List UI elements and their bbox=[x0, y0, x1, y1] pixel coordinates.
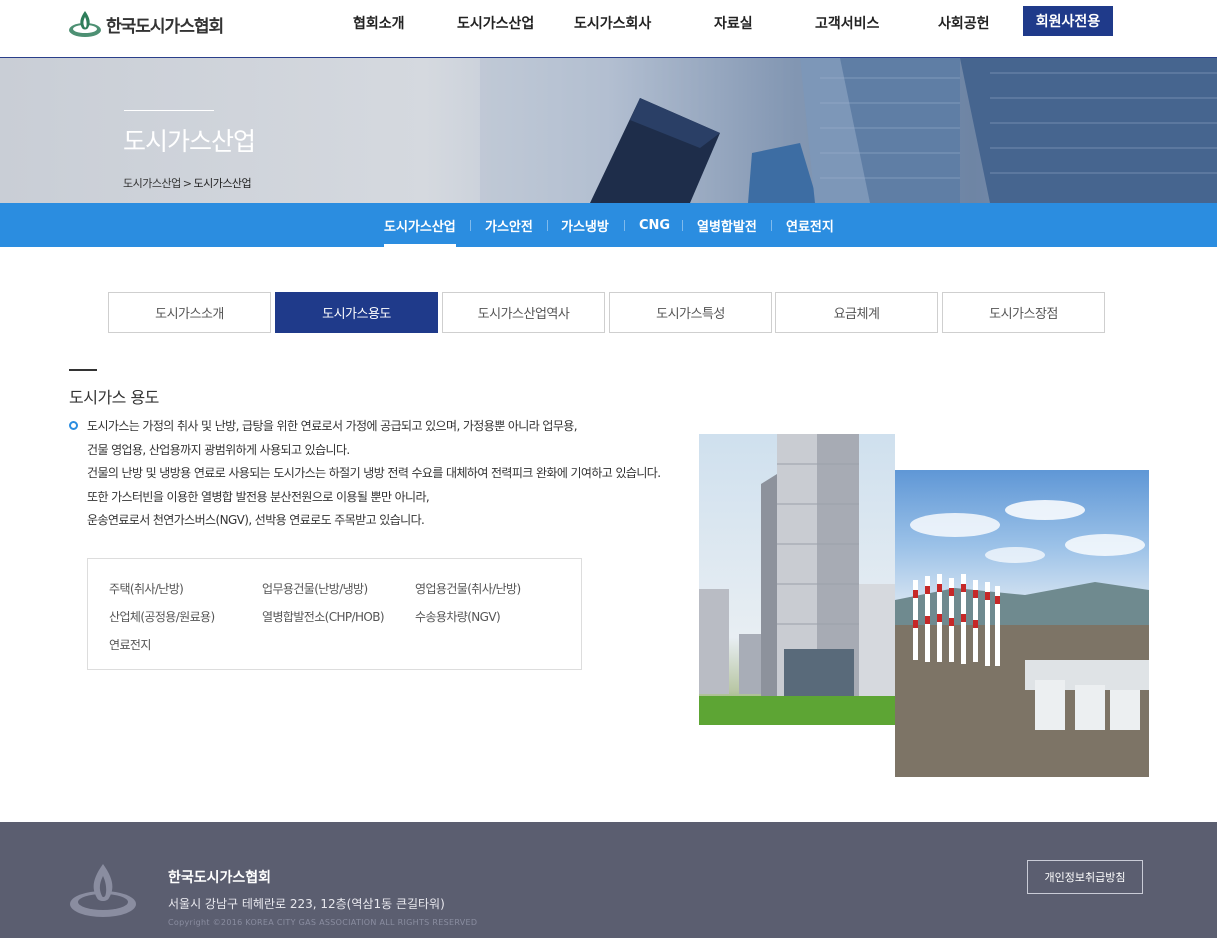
subnav-divider bbox=[771, 220, 772, 231]
logo-flame-icon bbox=[69, 11, 101, 37]
member-only-button[interactable]: 회원사전용 bbox=[1023, 6, 1113, 36]
site-header: 한국도시가스협회 협회소개 도시가스산업 도시가스회사 자료실 고객서비스 사회… bbox=[0, 0, 1217, 58]
privacy-policy-button[interactable]: 개인정보취급방침 bbox=[1027, 860, 1143, 894]
paragraph-line: 운송연료로서 천연가스버스(NGV), 선박용 연료로도 주목받고 있습니다. bbox=[87, 513, 425, 527]
power-plant-photo bbox=[895, 470, 1149, 777]
site-footer: 한국도시가스협회 서울시 강남구 테헤란로 223, 12층(역삼1동 큰길타워… bbox=[0, 822, 1217, 938]
tab-city-gas-characteristics[interactable]: 도시가스특성 bbox=[609, 292, 772, 333]
footer-org-name: 한국도시가스협회 bbox=[168, 870, 272, 886]
section-title: 도시가스 용도 bbox=[69, 388, 159, 407]
subnav-item-gas-safety[interactable]: 가스안전 bbox=[485, 203, 533, 247]
nav-item-social-contribution[interactable]: 사회공헌 bbox=[938, 0, 990, 46]
paragraph-line: 건물의 난방 및 냉방용 연료로 사용되는 도시가스는 하절기 냉방 전력 수요… bbox=[87, 466, 661, 480]
breadcrumb-separator: > bbox=[182, 177, 192, 190]
paragraph-line: 또한 가스터빈을 이용한 열병합 발전용 분산전원으로 이용될 뿐만 아니라, bbox=[87, 490, 430, 504]
breadcrumb-current: 도시가스산업 bbox=[193, 177, 252, 190]
breadcrumb-item[interactable]: 도시가스산업 bbox=[123, 177, 181, 190]
high-rise-building-photo bbox=[699, 434, 895, 725]
page-title: 도시가스산업 bbox=[123, 127, 256, 156]
subnav-divider bbox=[624, 220, 625, 231]
footer-copyright: Copyright ©2016 KOREA CITY GAS ASSOCIATI… bbox=[168, 918, 478, 927]
subnav-item-fuel-cell[interactable]: 연료전지 bbox=[786, 203, 834, 247]
nav-item-library[interactable]: 자료실 bbox=[714, 0, 753, 46]
subnav-divider bbox=[547, 220, 548, 231]
use-item: 주택(취사/난방) bbox=[109, 582, 184, 596]
subnav-item-cng[interactable]: CNG bbox=[639, 203, 670, 247]
tab-city-gas-intro[interactable]: 도시가스소개 bbox=[108, 292, 271, 333]
tab-city-gas-uses[interactable]: 도시가스용도 bbox=[275, 292, 438, 333]
tab-rate-system[interactable]: 요금체계 bbox=[775, 292, 938, 333]
nav-item-companies[interactable]: 도시가스회사 bbox=[574, 0, 651, 46]
uses-box: 주택(취사/난방) 업무용건물(난방/냉방) 영업용건물(취사/난방) 산업체(… bbox=[87, 558, 582, 670]
use-item: 영업용건물(취사/난방) bbox=[415, 582, 521, 596]
subnav-item-city-gas-industry[interactable]: 도시가스산업 bbox=[384, 203, 456, 247]
subnav-item-cogeneration[interactable]: 열병합발전 bbox=[697, 203, 757, 247]
hero-banner: 도시가스산업 도시가스산업 > 도시가스산업 bbox=[0, 58, 1217, 203]
hero-title-line bbox=[124, 110, 214, 111]
paragraph-line: 도시가스는 가정의 취사 및 난방, 급탕을 위한 연료로서 가정에 공급되고 … bbox=[87, 419, 578, 433]
subnav-divider bbox=[682, 220, 683, 231]
subnav-item-gas-cooling[interactable]: 가스냉방 bbox=[561, 203, 609, 247]
logo-text: 한국도시가스협회 bbox=[106, 16, 224, 37]
section-title-line bbox=[69, 369, 97, 371]
bullet-circle-icon bbox=[69, 421, 78, 430]
footer-logo-flame-icon bbox=[70, 864, 136, 917]
use-item: 연료전지 bbox=[109, 638, 151, 652]
nav-item-about[interactable]: 협회소개 bbox=[353, 0, 405, 46]
tab-city-gas-advantages[interactable]: 도시가스장점 bbox=[942, 292, 1105, 333]
subnav-divider bbox=[470, 220, 471, 231]
footer-address: 서울시 강남구 테헤란로 223, 12층(역삼1동 큰길타워) bbox=[168, 897, 445, 911]
paragraph-line: 건물 영업용, 산업용까지 광범위하게 사용되고 있습니다. bbox=[87, 443, 350, 457]
sub-navigation: 도시가스산업 가스안전 가스냉방 CNG 열병합발전 연료전지 bbox=[0, 203, 1217, 247]
nav-item-industry[interactable]: 도시가스산업 bbox=[457, 0, 534, 46]
use-item: 업무용건물(난방/냉방) bbox=[262, 582, 368, 596]
nav-item-customer-service[interactable]: 고객서비스 bbox=[815, 0, 879, 46]
use-item: 수송용차량(NGV) bbox=[415, 610, 501, 624]
use-item: 열병합발전소(CHP/HOB) bbox=[262, 610, 385, 624]
breadcrumb: 도시가스산업 > 도시가스산업 bbox=[123, 175, 252, 191]
tab-industry-history[interactable]: 도시가스산업역사 bbox=[442, 292, 605, 333]
use-item: 산업체(공정용/원료용) bbox=[109, 610, 215, 624]
logo[interactable]: 한국도시가스협회 bbox=[68, 8, 224, 40]
